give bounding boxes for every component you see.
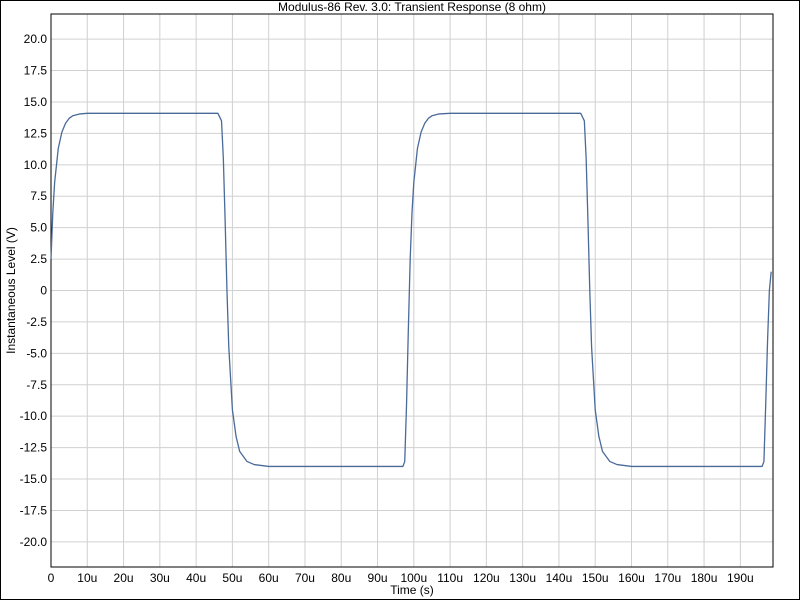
y-tick-label: 12.5 xyxy=(24,126,48,140)
x-tick-label: 110u xyxy=(437,571,463,585)
x-tick-label: 160u xyxy=(618,571,645,585)
y-tick-label: 2.5 xyxy=(30,252,47,266)
series-line xyxy=(50,112,772,468)
x-axis-label: Time (s) xyxy=(390,583,434,597)
y-tick-label: 20.0 xyxy=(24,32,48,46)
transient-response-chart: 0 10u 20u 30u 40u 50u 60u 70u 80u 90u 100u 110u 120u… xyxy=(4,0,774,597)
y-tick-label: 5.0 xyxy=(30,221,47,235)
x-tick-label: 0 xyxy=(48,571,55,585)
y-tick-label: 0 xyxy=(40,284,47,298)
x-tick-label: 180u xyxy=(691,571,718,585)
x-tick-label: 40u xyxy=(186,571,206,585)
chart-title: Modulus-86 Rev. 3.0: Transient Response … xyxy=(278,0,546,14)
y-axis-label: Instantaneous Level (V) xyxy=(4,227,18,354)
y-tick-label: -20.0 xyxy=(20,535,48,549)
x-tick-label: 10u xyxy=(77,571,97,585)
y-tick-label: -5.0 xyxy=(26,346,47,360)
y-tick-label: 7.5 xyxy=(30,189,47,203)
y-tick-label: -17.5 xyxy=(20,503,48,517)
y-tick-label: 10.0 xyxy=(24,158,48,172)
x-tick-label: 30u xyxy=(150,571,170,585)
x-tick-label: 150u xyxy=(582,571,609,585)
y-tick-label: 17.5 xyxy=(24,64,48,78)
series-layer xyxy=(50,112,772,468)
y-tick-label: -7.5 xyxy=(26,378,47,392)
y-tick-label: -15.0 xyxy=(20,472,48,486)
grid xyxy=(50,14,773,567)
x-tick-label: 90u xyxy=(368,571,388,585)
y-axis-ticks: 20.0 17.5 15.0 12.5 10.0 7.5 5.0 2.5 0 -2.5 -5.0 -7… xyxy=(20,32,48,549)
x-tick-label: 50u xyxy=(222,571,242,585)
y-tick-label: 15.0 xyxy=(24,95,48,109)
x-tick-label: 70u xyxy=(295,571,315,585)
x-tick-label: 130u xyxy=(509,571,536,585)
x-tick-label: 60u xyxy=(259,571,279,585)
x-tick-label: 20u xyxy=(114,571,134,585)
x-tick-label: 140u xyxy=(546,571,573,585)
x-tick-label: 190u xyxy=(727,571,754,585)
y-tick-label: -12.5 xyxy=(20,441,48,455)
y-tick-label: -2.5 xyxy=(26,315,47,329)
x-tick-label: 120u xyxy=(473,571,500,585)
x-tick-label: 80u xyxy=(331,571,351,585)
y-tick-label: -10.0 xyxy=(20,409,48,423)
x-tick-label: 170u xyxy=(654,571,681,585)
